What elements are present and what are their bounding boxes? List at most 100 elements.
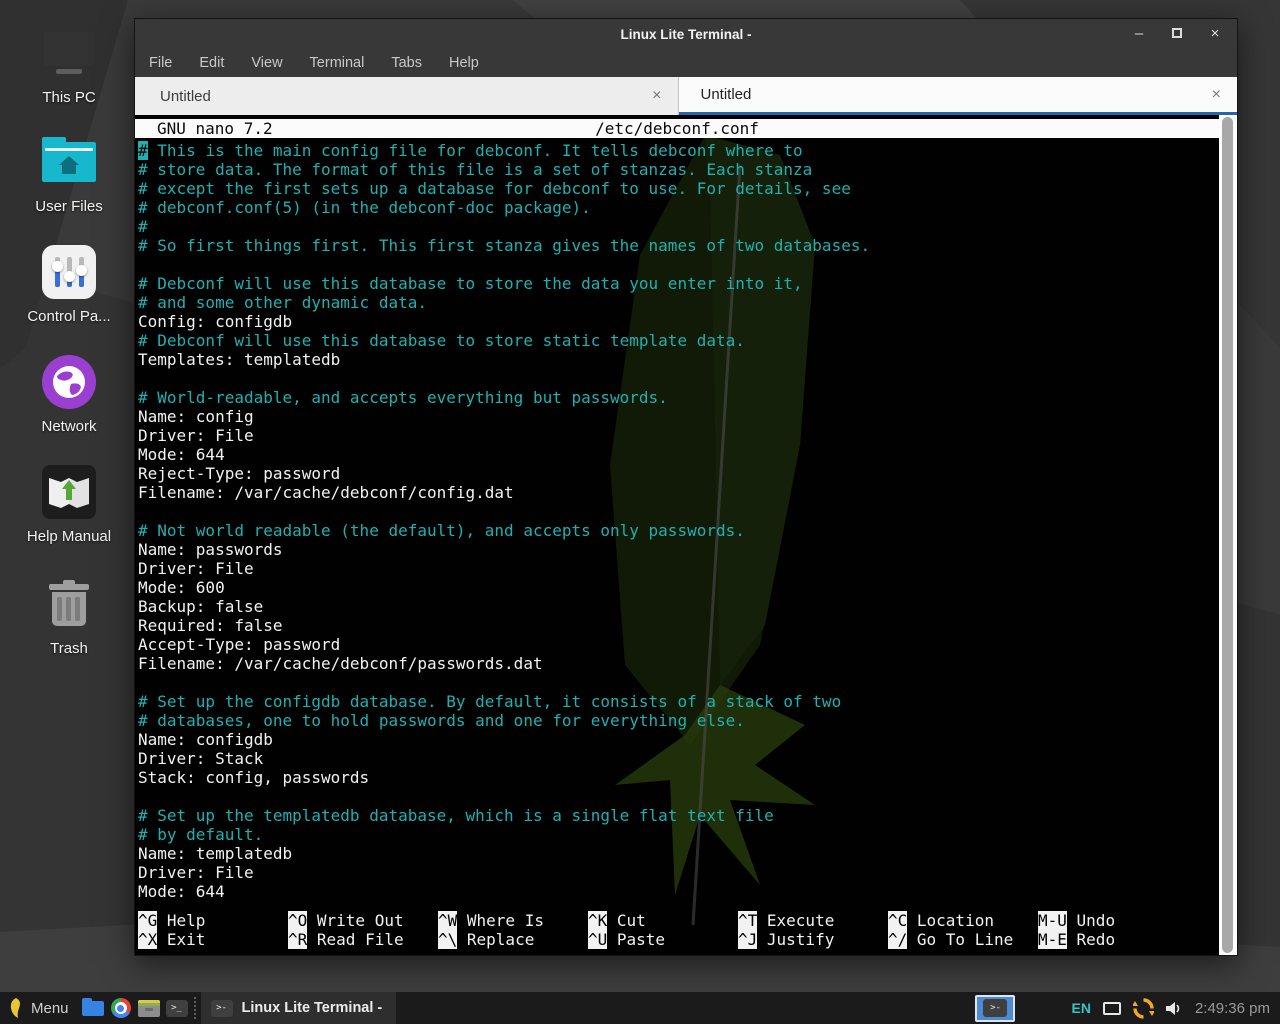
menu-help[interactable]: Help bbox=[449, 55, 479, 71]
editor-line bbox=[138, 673, 1219, 692]
editor-line: Name: config bbox=[138, 407, 1219, 426]
sliders-icon bbox=[41, 244, 97, 300]
editor-line bbox=[138, 787, 1219, 806]
editor-line: Mode: 644 bbox=[138, 445, 1219, 464]
close-button[interactable]: × bbox=[1207, 19, 1223, 49]
file-manager-launcher[interactable] bbox=[79, 992, 107, 1024]
terminal-launcher[interactable]: >_ bbox=[163, 992, 191, 1024]
archive-manager-launcher[interactable] bbox=[135, 992, 163, 1024]
menu-file[interactable]: File bbox=[149, 55, 172, 71]
desktop-icon-control-panel[interactable]: Control Pa... bbox=[0, 244, 138, 325]
volume-speaker-icon[interactable] bbox=[1166, 1001, 1183, 1016]
menu-edit[interactable]: Edit bbox=[199, 55, 224, 71]
clock[interactable]: 2:49:36 pm bbox=[1195, 1000, 1270, 1017]
editor-line: # Not world readable (the default), and … bbox=[138, 521, 1219, 540]
shortcut-key: ^U bbox=[588, 930, 607, 949]
monitor-icon bbox=[41, 25, 97, 81]
editor-line bbox=[138, 255, 1219, 274]
manual-book-icon bbox=[41, 464, 97, 520]
update-refresh-icon[interactable] bbox=[1133, 998, 1154, 1019]
nano-filename: /etc/debconf.conf bbox=[135, 119, 1219, 138]
desktop-icon-this-pc[interactable]: This PC bbox=[0, 25, 138, 106]
shortcut-key: ^J bbox=[738, 930, 757, 949]
shortcut-hint: M-E Redo bbox=[1038, 930, 1188, 949]
editor-line: Backup: false bbox=[138, 597, 1219, 616]
shortcut-key: M-E bbox=[1038, 930, 1067, 949]
tray-terminal-indicator[interactable]: >- bbox=[975, 995, 1015, 1022]
window-titlebar[interactable]: Linux Lite Terminal - – × bbox=[135, 19, 1237, 49]
blue-folder-icon bbox=[82, 1001, 104, 1016]
taskbar-separator bbox=[194, 997, 196, 1019]
editor-line: Templates: templatedb bbox=[138, 350, 1219, 369]
editor-line: Name: passwords bbox=[138, 540, 1219, 559]
nano-shortcut-bar: ^G Help^O Write Out^W Where Is^K Cut^T E… bbox=[138, 911, 1188, 949]
editor-line: # Set up the configdb database. By defau… bbox=[138, 692, 1219, 711]
editor-line: Name: templatedb bbox=[138, 844, 1219, 863]
taskbar-window-button[interactable]: >- Linux Lite Terminal - bbox=[201, 992, 397, 1024]
terminal-icon: >_ bbox=[166, 1000, 188, 1017]
desktop-icon-label: This PC bbox=[42, 89, 95, 106]
shortcut-hint: ^R Read File bbox=[288, 930, 438, 949]
tab-bar: Untitled × Untitled × bbox=[135, 77, 1237, 115]
editor-text-area: # This is the main config file for debco… bbox=[138, 141, 1219, 901]
editor-line: Mode: 644 bbox=[138, 882, 1219, 901]
shortcut-key: ^X bbox=[138, 930, 157, 949]
editor-line: Driver: File bbox=[138, 863, 1219, 882]
maximize-button[interactable] bbox=[1169, 19, 1185, 49]
editor-line: Stack: config, passwords bbox=[138, 768, 1219, 787]
desktop-icon-network[interactable]: Network bbox=[0, 354, 138, 435]
terminal-scrollbar[interactable] bbox=[1219, 115, 1237, 955]
desktop-icon-label: User Files bbox=[35, 198, 103, 215]
trash-can-icon bbox=[41, 576, 97, 632]
chrome-icon bbox=[111, 998, 131, 1018]
shortcut-hint: ^W Where Is bbox=[438, 911, 588, 930]
tab-untitled-1[interactable]: Untitled × bbox=[135, 77, 679, 115]
editor-line bbox=[138, 369, 1219, 388]
shortcut-hint: ^O Write Out bbox=[288, 911, 438, 930]
editor-line: # debconf.conf(5) (in the debconf-doc pa… bbox=[138, 198, 1219, 217]
start-menu-button[interactable]: Menu bbox=[0, 992, 79, 1024]
tab-close-icon[interactable]: × bbox=[652, 87, 661, 105]
nano-editor[interactable]: GNU nano 7.2 /etc/debconf.conf # This is… bbox=[135, 115, 1219, 955]
editor-line: # World-readable, and accepts everything… bbox=[138, 388, 1219, 407]
editor-line: # and some other dynamic data. bbox=[138, 293, 1219, 312]
shortcut-key: ^\ bbox=[438, 930, 457, 949]
home-folder-icon bbox=[41, 134, 97, 190]
menu-tabs[interactable]: Tabs bbox=[391, 55, 422, 71]
nano-titlebar: GNU nano 7.2 /etc/debconf.conf bbox=[135, 119, 1219, 138]
editor-line: # except the first sets up a database fo… bbox=[138, 179, 1219, 198]
display-icon[interactable] bbox=[1103, 1002, 1121, 1015]
desktop-icon-help-manual[interactable]: Help Manual bbox=[0, 464, 138, 545]
tab-label: Untitled bbox=[160, 88, 211, 105]
scrollbar-thumb[interactable] bbox=[1222, 117, 1233, 953]
desktop-icon-label: Control Pa... bbox=[27, 308, 110, 325]
shortcut-hint: ^K Cut bbox=[588, 911, 738, 930]
shortcut-key: ^W bbox=[438, 911, 457, 930]
editor-line: Config: configdb bbox=[138, 312, 1219, 331]
desktop-icon-trash[interactable]: Trash bbox=[0, 576, 138, 657]
keyboard-layout-indicator[interactable]: EN bbox=[1071, 1000, 1090, 1016]
editor-line: Filename: /var/cache/debconf/config.dat bbox=[138, 483, 1219, 502]
shortcut-hint: ^U Paste bbox=[588, 930, 738, 949]
menu-terminal[interactable]: Terminal bbox=[310, 55, 365, 71]
shortcut-hint: ^\ Replace bbox=[438, 930, 588, 949]
tab-close-icon[interactable]: × bbox=[1212, 86, 1221, 104]
editor-line: Accept-Type: password bbox=[138, 635, 1219, 654]
desktop-icon-label: Network bbox=[41, 418, 96, 435]
desktop-icon-user-files[interactable]: User Files bbox=[0, 134, 138, 215]
shortcut-key: ^G bbox=[138, 911, 157, 930]
terminal-pane: GNU nano 7.2 /etc/debconf.conf # This is… bbox=[135, 115, 1237, 955]
editor-line: # databases, one to hold passwords and o… bbox=[138, 711, 1219, 730]
editor-line: # Set up the templatedb database, which … bbox=[138, 806, 1219, 825]
tab-untitled-2-active[interactable]: Untitled × bbox=[679, 77, 1238, 115]
menu-view[interactable]: View bbox=[251, 55, 282, 71]
taskbar-window-label: Linux Lite Terminal - bbox=[242, 1000, 383, 1016]
maximize-icon bbox=[1172, 28, 1182, 38]
chrome-launcher[interactable] bbox=[107, 992, 135, 1024]
minimize-button[interactable]: – bbox=[1131, 19, 1147, 49]
editor-line: # bbox=[138, 217, 1219, 236]
editor-line: Mode: 600 bbox=[138, 578, 1219, 597]
shortcut-key: M-U bbox=[1038, 911, 1067, 930]
shortcut-key: ^R bbox=[288, 930, 307, 949]
shortcut-key: ^T bbox=[738, 911, 757, 930]
